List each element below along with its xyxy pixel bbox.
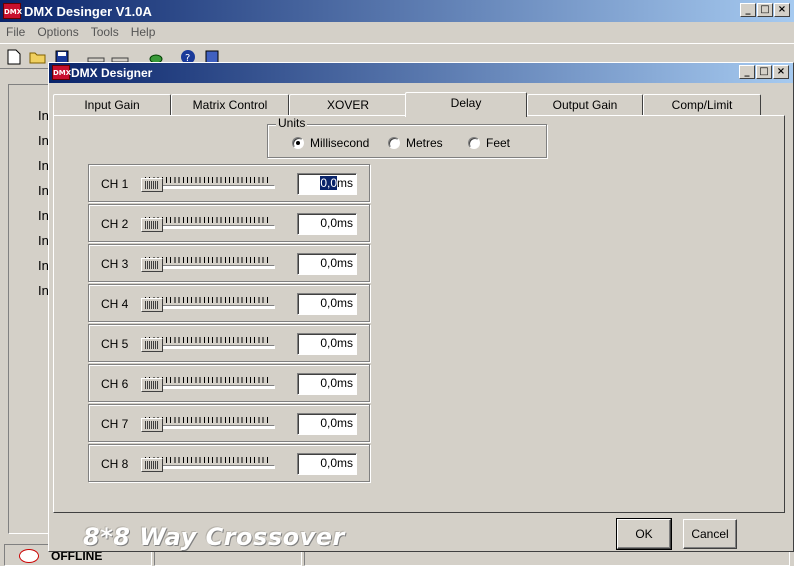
radio-label: Millisecond <box>310 136 370 150</box>
delay-slider[interactable] <box>141 455 275 473</box>
channel-row: CH 5 0,0ms <box>88 324 370 362</box>
delay-slider[interactable] <box>141 335 275 353</box>
delay-value-field[interactable]: 0,0ms <box>297 293 357 315</box>
radio-unselected-icon[interactable] <box>388 137 400 149</box>
tab-delay[interactable]: Delay <box>405 92 527 117</box>
menu-tools[interactable]: Tools <box>91 25 119 39</box>
dialog-maximize-button[interactable]: □ <box>756 65 772 79</box>
delay-value-field[interactable]: 0,0ms <box>297 413 357 435</box>
dialog-title: DMX Designer <box>71 66 153 80</box>
slider-thumb[interactable] <box>141 258 163 272</box>
delay-tab-page: Units Millisecond Metres Feet CH 1 0,0ms C… <box>53 115 785 513</box>
delay-value-field[interactable]: 0,0ms <box>297 213 357 235</box>
cancel-button[interactable]: Cancel <box>683 519 737 549</box>
channel-row: CH 4 0,0ms <box>88 284 370 322</box>
slider-thumb[interactable] <box>141 378 163 392</box>
channel-row: CH 2 0,0ms <box>88 204 370 242</box>
radio-feet[interactable]: Feet <box>468 136 510 150</box>
radio-millisecond[interactable]: Millisecond <box>292 136 369 150</box>
menu-file[interactable]: File <box>6 25 25 39</box>
delay-slider[interactable] <box>141 255 275 273</box>
tab-matrix-control[interactable]: Matrix Control <box>171 94 289 116</box>
slider-ticks <box>145 377 271 383</box>
delay-value-field[interactable]: 0,0ms <box>297 253 357 275</box>
menubar: File Options Tools Help <box>0 22 794 42</box>
tab-input-gain[interactable]: Input Gain <box>53 94 171 116</box>
radio-label: Metres <box>406 136 443 150</box>
tab-xover[interactable]: XOVER <box>289 94 407 116</box>
tab-comp-limit[interactable]: Comp/Limit <box>643 94 761 116</box>
unit-suffix: ms <box>337 176 353 190</box>
channel-label: CH 6 <box>101 377 129 391</box>
slider-thumb[interactable] <box>141 218 163 232</box>
dialog-minimize-button[interactable]: _ <box>739 65 755 79</box>
radio-unselected-icon[interactable] <box>468 137 480 149</box>
main-titlebar: DMX DMX Desinger V1.0A _ □ × <box>0 0 794 22</box>
channel-label: CH 1 <box>101 177 129 191</box>
channel-row: CH 1 0,0ms <box>88 164 370 202</box>
new-file-icon[interactable] <box>4 47 24 67</box>
slider-thumb[interactable] <box>141 178 163 192</box>
dialog-logo-icon: DMX <box>52 65 71 80</box>
menu-help[interactable]: Help <box>131 25 156 39</box>
delay-value-field[interactable]: 0,0ms <box>297 453 357 475</box>
slider-thumb[interactable] <box>141 418 163 432</box>
radio-selected-icon[interactable] <box>292 137 304 149</box>
minimize-button[interactable]: _ <box>740 3 756 17</box>
units-group: Units Millisecond Metres Feet <box>267 116 547 158</box>
delay-slider[interactable] <box>141 175 275 193</box>
delay-slider[interactable] <box>141 375 275 393</box>
channel-row: CH 6 0,0ms <box>88 364 370 402</box>
close-button[interactable]: × <box>774 3 790 17</box>
channel-label: CH 3 <box>101 257 129 271</box>
slider-ticks <box>145 177 271 183</box>
channel-row: CH 8 0,0ms <box>88 444 370 482</box>
delay-value-field[interactable]: 0,0ms <box>297 333 357 355</box>
slider-ticks <box>145 457 271 463</box>
delay-slider[interactable] <box>141 215 275 233</box>
channel-row: CH 3 0,0ms <box>88 244 370 282</box>
slider-ticks <box>145 297 271 303</box>
channel-label: CH 2 <box>101 217 129 231</box>
slider-thumb[interactable] <box>141 458 163 472</box>
ok-button[interactable]: OK <box>616 518 672 550</box>
dialog-close-button[interactable]: × <box>773 65 789 79</box>
dialog-titlebar: DMX DMX Designer _ □ × <box>49 63 793 83</box>
slider-ticks <box>145 217 271 223</box>
offline-indicator-icon <box>19 549 39 563</box>
app-logo-icon: DMX <box>3 3 22 19</box>
delay-slider[interactable] <box>141 295 275 313</box>
slider-thumb[interactable] <box>141 338 163 352</box>
maximize-button[interactable]: □ <box>757 3 773 17</box>
slider-ticks <box>145 257 271 263</box>
delay-slider[interactable] <box>141 415 275 433</box>
menu-options[interactable]: Options <box>37 25 78 39</box>
channel-label: CH 7 <box>101 417 129 431</box>
radio-metres[interactable]: Metres <box>388 136 443 150</box>
units-legend: Units <box>276 116 308 130</box>
channel-row: CH 7 0,0ms <box>88 404 370 442</box>
slider-ticks <box>145 337 271 343</box>
delay-value-field[interactable]: 0,0ms <box>297 373 357 395</box>
tab-output-gain[interactable]: Output Gain <box>527 94 643 116</box>
delay-dialog: DMX DMX Designer _ □ × Input Gain Matrix… <box>48 62 794 552</box>
main-window-title: DMX Desinger V1.0A <box>24 4 152 19</box>
watermark-text: 8*8 Way Crossover <box>83 523 345 551</box>
open-folder-icon[interactable] <box>28 47 48 67</box>
channel-label: CH 4 <box>101 297 129 311</box>
channel-label: CH 8 <box>101 457 129 471</box>
slider-ticks <box>145 417 271 423</box>
selected-text: 0,0 <box>320 176 337 190</box>
radio-label: Feet <box>486 136 511 150</box>
slider-thumb[interactable] <box>141 298 163 312</box>
delay-value-field[interactable]: 0,0ms <box>297 173 357 195</box>
channel-label: CH 5 <box>101 337 129 351</box>
